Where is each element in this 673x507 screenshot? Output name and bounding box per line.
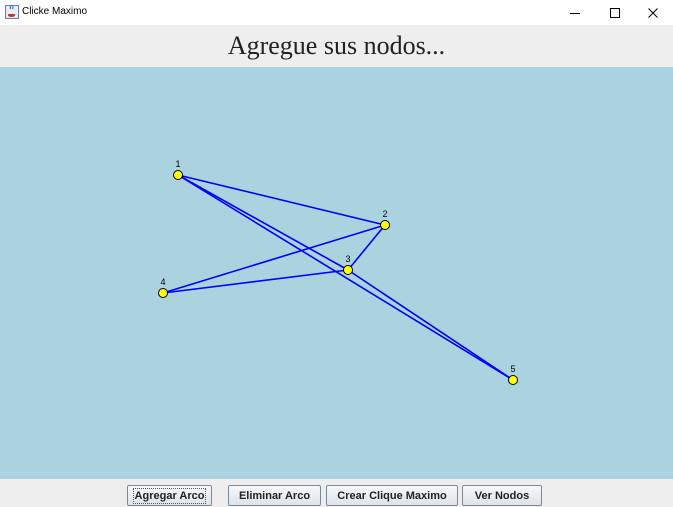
node-5[interactable]: 5 [508,364,518,385]
delete-edge-label: Eliminar Arco [238,489,311,502]
header-panel: Agregue sus nodos... [0,25,673,67]
edge-2-3[interactable] [347,224,386,271]
minimize-button[interactable] [555,0,595,25]
maximize-icon [610,7,620,18]
node-circle-1[interactable] [173,170,183,180]
edge-3-5[interactable] [347,269,514,381]
close-icon [648,7,658,18]
edge-1-5[interactable] [177,174,514,381]
window-title: Clicke Maximo [22,6,88,17]
graph-canvas[interactable]: 1 2 3 4 5 [0,67,673,479]
node-label-3: 3 [345,254,350,264]
window-titlebar: Clicke Maximo [0,0,673,25]
add-edge-button[interactable]: Agregar Arco [127,485,212,506]
view-nodes-button[interactable]: Ver Nodos [462,485,542,506]
node-label-4: 4 [160,277,165,287]
node-circle-2[interactable] [380,220,390,230]
node-circle-5[interactable] [508,375,518,385]
node-label-2: 2 [382,209,387,219]
edge-3-4[interactable] [162,269,349,294]
view-nodes-label: Ver Nodos [474,489,530,502]
close-button[interactable] [633,0,673,25]
edge-2-4[interactable] [162,224,386,294]
node-label-1: 1 [175,159,180,169]
node-label-5: 5 [510,364,515,374]
edge-1-3[interactable] [177,174,349,271]
maximize-button[interactable] [595,0,635,25]
node-1[interactable]: 1 [173,159,183,180]
node-circle-4[interactable] [158,288,168,298]
java-cup-icon [5,5,19,19]
node-circle-3[interactable] [343,265,353,275]
page-title: Agregue sus nodos... [227,31,446,60]
minimize-icon [570,12,580,14]
edges-layer [162,174,514,381]
edge-1-2[interactable] [177,174,386,226]
max-clique-label: Crear Clique Maximo [337,489,447,502]
node-4[interactable]: 4 [158,277,168,298]
node-2[interactable]: 2 [380,209,390,230]
graph-svg[interactable]: 1 2 3 4 5 [0,67,673,479]
add-edge-label: Agregar Arco [132,487,207,504]
max-clique-button[interactable]: Crear Clique Maximo [326,485,458,506]
delete-edge-button[interactable]: Eliminar Arco [228,485,321,506]
node-3[interactable]: 3 [343,254,353,275]
